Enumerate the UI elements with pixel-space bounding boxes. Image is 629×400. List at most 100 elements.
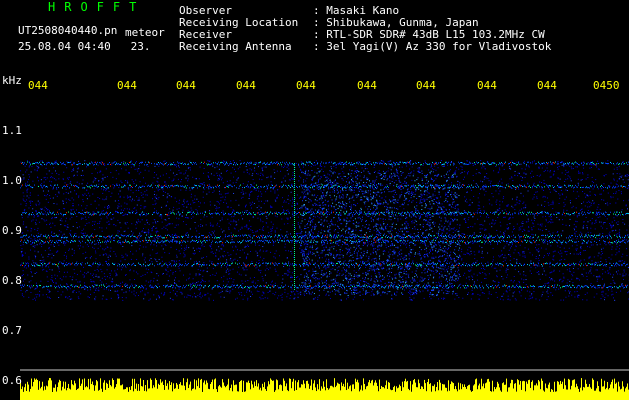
noise-dot	[575, 225, 577, 227]
noise-dot	[62, 178, 64, 180]
noise-dot	[232, 250, 234, 252]
noise-dot	[37, 167, 39, 169]
noise-dot	[172, 179, 174, 181]
noise-dot	[531, 187, 533, 189]
noise-dot	[242, 267, 244, 269]
noise-dot	[77, 296, 79, 298]
noise-dot	[307, 172, 309, 174]
noise-dot	[438, 288, 440, 290]
noise-dot	[538, 175, 540, 177]
noise-dot	[545, 248, 547, 250]
noise-dot	[203, 245, 205, 247]
noise-dot	[483, 278, 485, 280]
noise-dot	[210, 244, 212, 246]
noise-dot	[287, 219, 289, 221]
noise-dot	[594, 263, 596, 265]
noise-dot	[85, 288, 87, 290]
noise-dot	[84, 224, 86, 226]
noise-dot	[407, 231, 409, 233]
noise-dot	[292, 215, 294, 217]
noise-dot	[466, 201, 468, 203]
noise-dot	[479, 245, 481, 247]
noise-dot	[572, 205, 574, 207]
noise-dot	[380, 281, 382, 283]
noise-dot	[262, 170, 264, 172]
noise-dot	[522, 255, 524, 257]
noise-dot	[132, 198, 134, 200]
noise-dot	[479, 228, 481, 230]
noise-dot	[403, 289, 405, 291]
noise-dot	[622, 161, 624, 163]
noise-dot	[609, 244, 611, 246]
date-time-value: 25.08.04 04:40	[18, 40, 111, 53]
noise-dot	[470, 269, 472, 271]
noise-dot	[266, 189, 268, 191]
noise-dot	[495, 220, 497, 222]
noise-dot	[275, 200, 277, 202]
noise-dot	[167, 215, 169, 217]
noise-dot	[312, 248, 314, 250]
noise-dot	[248, 197, 250, 199]
noise-dot	[137, 170, 139, 172]
noise-dot	[623, 181, 625, 183]
noise-dot	[314, 216, 316, 218]
noise-dot	[129, 279, 131, 281]
noise-dot	[228, 227, 230, 229]
noise-dot	[387, 170, 389, 172]
noise-dot	[373, 260, 375, 262]
noise-dot	[187, 278, 189, 280]
noise-dot	[24, 209, 26, 211]
noise-dot	[251, 203, 253, 205]
noise-dot	[322, 171, 324, 173]
noise-dot	[230, 232, 232, 234]
noise-dot	[467, 292, 469, 294]
noise-dot	[263, 257, 265, 259]
noise-dot	[519, 200, 521, 202]
noise-dot	[435, 281, 437, 283]
noise-dot	[120, 205, 122, 207]
noise-dot	[102, 192, 104, 194]
noise-dot	[225, 270, 227, 272]
noise-dot	[36, 229, 38, 231]
noise-dot	[579, 246, 581, 248]
noise-dot	[543, 179, 545, 181]
noise-dot	[211, 251, 213, 253]
noise-dot	[549, 171, 551, 173]
noise-dot	[171, 196, 173, 198]
noise-dot	[311, 275, 313, 277]
noise-dot	[382, 221, 384, 223]
noise-dot	[430, 250, 432, 252]
noise-dot	[255, 212, 257, 214]
noise-dot	[120, 180, 122, 182]
noise-dot	[58, 192, 60, 194]
noise-dot	[340, 175, 342, 177]
noise-dot	[23, 200, 25, 202]
noise-dot	[70, 230, 72, 232]
noise-dot	[350, 190, 352, 192]
noise-dot	[385, 171, 387, 173]
noise-dot	[172, 290, 174, 292]
noise-dot	[564, 215, 566, 217]
noise-dot	[312, 185, 314, 187]
noise-dot	[584, 193, 586, 195]
noise-dot	[586, 275, 588, 277]
noise-dot	[103, 288, 105, 290]
noise-dot	[67, 297, 69, 299]
noise-dot	[442, 206, 444, 208]
noise-dot	[217, 287, 219, 289]
noise-dot	[534, 217, 536, 219]
noise-dot	[145, 280, 147, 282]
noise-dot	[113, 187, 115, 189]
noise-dot	[532, 296, 534, 298]
noise-dot	[262, 173, 264, 175]
noise-dot	[65, 297, 67, 299]
noise-dot	[151, 285, 153, 287]
noise-dot	[372, 219, 374, 221]
noise-dot	[464, 176, 466, 178]
noise-dot	[483, 293, 485, 295]
noise-dot	[23, 177, 25, 179]
noise-dot	[342, 234, 344, 236]
noise-dot	[182, 274, 184, 276]
noise-dot	[90, 255, 92, 257]
noise-dot	[108, 191, 110, 193]
